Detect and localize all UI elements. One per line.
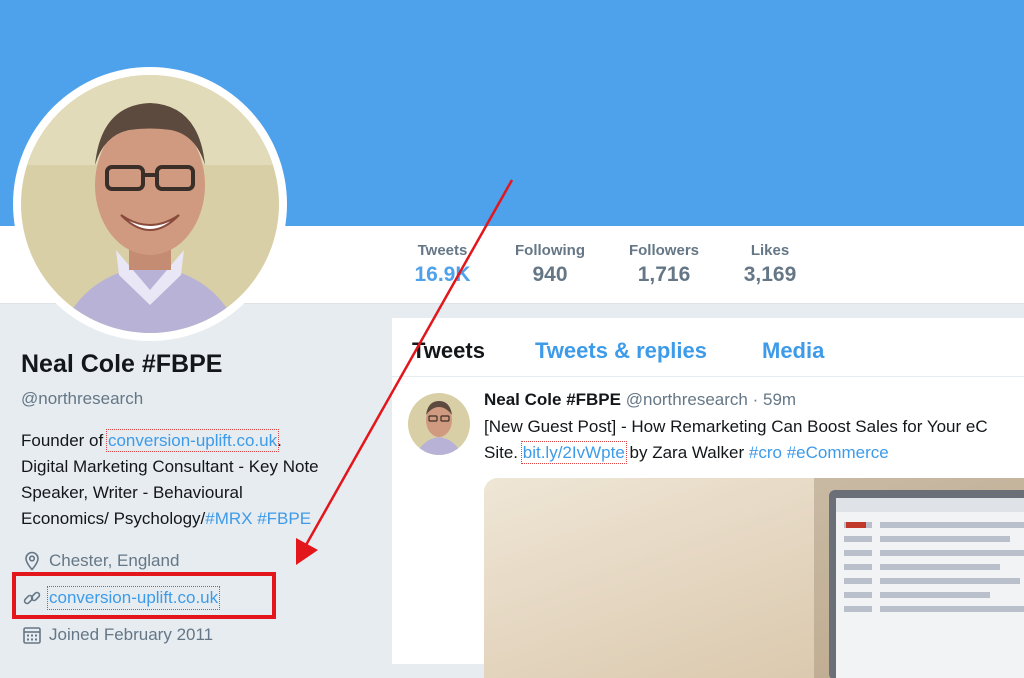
location-pin-icon	[21, 550, 43, 572]
tab-media[interactable]: Media	[762, 338, 824, 364]
stat-followers[interactable]: Followers 1,716	[620, 242, 708, 287]
bio-text: Founder of	[21, 431, 108, 450]
avatar[interactable]	[21, 75, 279, 333]
stat-tweets[interactable]: Tweets 16.9K	[392, 242, 493, 287]
tweet-text-line: [New Guest Post] - How Remarketing Can B…	[484, 417, 988, 436]
tab-tweets-replies[interactable]: Tweets & replies	[535, 338, 707, 364]
profile-location: Chester, England	[21, 550, 179, 572]
tweet-short-link[interactable]: bit.ly/2IvWpte	[520, 441, 627, 464]
joined-text: Joined February 2011	[49, 625, 214, 644]
tweet-header: Neal Cole #FBPE @northresearch · 59m	[484, 390, 796, 410]
stat-following-value: 940	[532, 263, 568, 286]
tweet-timestamp[interactable]: · 59m	[753, 390, 796, 409]
bio-line-2: Digital Marketing Consultant - Key Note	[21, 457, 319, 476]
tab-tweets[interactable]: Tweets	[412, 338, 485, 364]
bio-line-4: Economics/ Psychology/#MRX #FBPE	[21, 506, 361, 532]
profile-avatar-frame	[13, 67, 287, 341]
profile-joined: Joined February 2011	[21, 624, 213, 646]
bio-line-3: Speaker, Writer - Behavioural	[21, 483, 243, 502]
stat-following-label: Following	[515, 242, 585, 259]
stat-likes-value: 3,169	[743, 263, 797, 286]
tweet-text-part: Site.	[484, 443, 523, 462]
hashtag-link[interactable]: #MRX	[205, 509, 252, 528]
profile-bio: Founder of conversion-uplift.co.uk. Digi…	[21, 428, 361, 532]
tweet-media-image[interactable]	[484, 478, 1024, 678]
tweet-text: [New Guest Post] - How Remarketing Can B…	[484, 414, 1024, 466]
tweet-text-line: Site. bit.ly/2IvWpte by Zara Walker #cro…	[484, 440, 1024, 466]
bio-text: .	[277, 431, 282, 450]
stat-following[interactable]: Following 940	[506, 242, 594, 287]
stat-followers-value: 1,716	[637, 263, 691, 286]
tweet-item[interactable]: Neal Cole #FBPE @northresearch · 59m [Ne…	[392, 377, 1024, 678]
active-stat-indicator	[392, 73, 493, 77]
tweet-author-name[interactable]: Neal Cole #FBPE	[484, 390, 621, 409]
tweet-text-part: by Zara Walker	[624, 443, 749, 462]
timeline-tabs: Tweets Tweets & replies Media	[392, 318, 1024, 377]
tweet-avatar[interactable]	[408, 393, 470, 455]
stat-likes-label: Likes	[750, 242, 790, 259]
stat-followers-label: Followers	[628, 242, 699, 259]
highlight-box	[12, 572, 276, 619]
timeline: Tweets Tweets & replies Media Neal Cole …	[392, 318, 1024, 678]
bio-website-link[interactable]: conversion-uplift.co.uk	[105, 429, 280, 452]
stat-likes[interactable]: Likes 3,169	[730, 242, 810, 287]
tweet-author-handle[interactable]: @northresearch	[626, 390, 748, 409]
bio-line-1: Founder of conversion-uplift.co.uk.	[21, 428, 361, 454]
calendar-icon	[21, 624, 43, 646]
stat-tweets-label: Tweets	[417, 242, 468, 259]
profile-name: Neal Cole #FBPE	[21, 350, 223, 378]
bio-text: Economics/ Psychology/	[21, 509, 206, 528]
hashtag-link[interactable]: #eCommerce	[787, 443, 889, 462]
profile-handle: @northresearch	[21, 389, 144, 408]
hashtag-link[interactable]: #FBPE	[257, 509, 311, 528]
location-text: Chester, England	[49, 551, 180, 570]
stat-tweets-value: 16.9K	[414, 263, 471, 286]
hashtag-link[interactable]: #cro	[749, 443, 782, 462]
